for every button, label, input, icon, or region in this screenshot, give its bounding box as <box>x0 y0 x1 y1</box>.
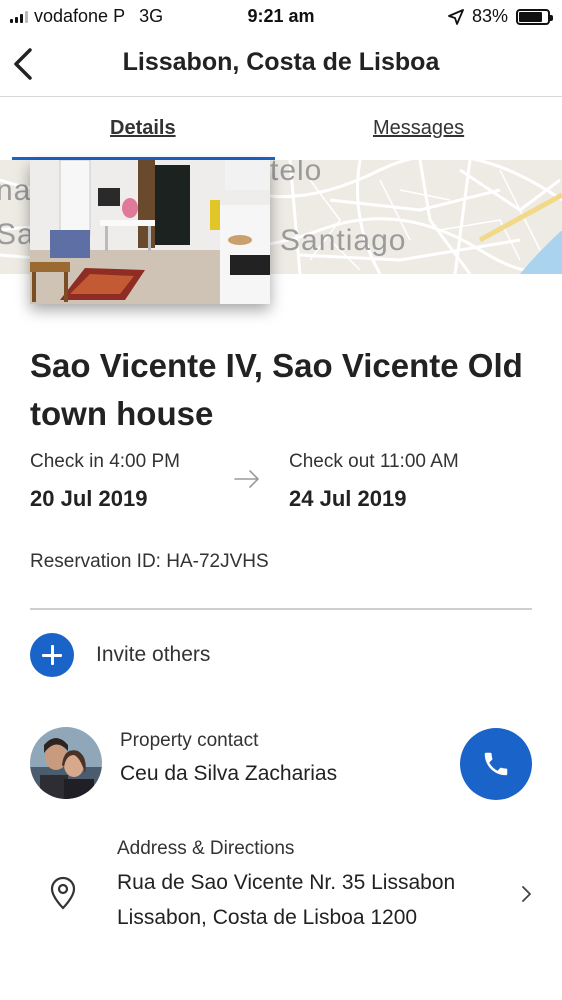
map-label: telo <box>270 160 323 187</box>
tab-details[interactable]: Details <box>110 117 176 140</box>
checkin-label: Check in 4:00 PM <box>30 451 180 472</box>
checkin-date: 20 Jul 2019 <box>30 486 148 511</box>
page-title: Lissabon, Costa de Lisboa <box>122 48 440 76</box>
battery-icon <box>516 8 553 25</box>
property-photo-image <box>30 160 270 304</box>
address-line-1[interactable]: Rua de Sao Vicente Nr. 35 Lissabon <box>117 871 455 895</box>
reservation-id: Reservation ID: HA-72JVHS <box>30 551 269 572</box>
call-button[interactable] <box>460 728 532 800</box>
map-label: Santiago <box>280 224 407 257</box>
phone-icon <box>484 752 508 776</box>
tab-messages[interactable]: Messages <box>373 117 464 140</box>
location-arrow-icon <box>448 8 464 25</box>
address-line-2[interactable]: Lissabon, Costa de Lisboa 1200 <box>117 906 417 930</box>
chevron-right-icon[interactable] <box>520 884 534 904</box>
arrow-right-icon <box>234 470 259 488</box>
address-label: Address & Directions <box>117 838 295 859</box>
contact-photo <box>30 727 102 799</box>
status-bar: vodafone P 3G 9:21 am 83% <box>0 0 562 34</box>
status-right: 83% <box>448 6 553 27</box>
map-label: na <box>0 174 32 207</box>
avatar <box>30 727 102 799</box>
contact-label: Property contact <box>120 730 259 751</box>
battery-fill <box>519 11 543 22</box>
checkout-label: Check out 11:00 AM <box>289 451 459 472</box>
tab-bar: Details Messages <box>0 97 562 160</box>
invite-others-button[interactable]: Invite others <box>30 633 210 677</box>
invite-label: Invite others <box>96 643 211 666</box>
property-title: Sao Vicente IV, Sao Vicente Old town hou… <box>30 347 523 432</box>
battery-percent: 83% <box>471 6 508 26</box>
plus-icon <box>30 633 74 677</box>
contact-name: Ceu da Silva Zacharias <box>120 762 338 785</box>
section-divider <box>30 608 532 610</box>
nav-header: Lissabon, Costa de Lisboa <box>0 34 562 97</box>
location-pin-icon <box>50 876 76 910</box>
checkout-date: 24 Jul 2019 <box>289 486 407 511</box>
property-photo[interactable] <box>30 160 270 304</box>
